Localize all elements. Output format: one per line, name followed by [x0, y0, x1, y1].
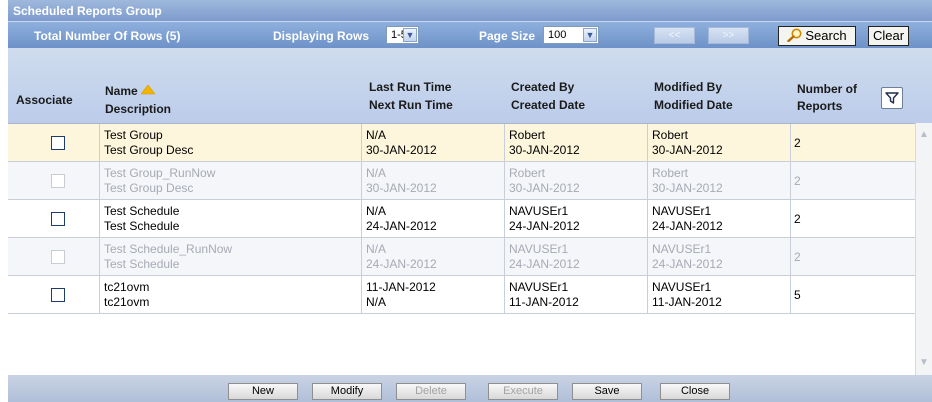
row-modified-by: NAVUSEr1	[652, 280, 712, 294]
row-created-date: 30-JAN-2012	[509, 181, 580, 195]
row-created-date: 11-JAN-2012	[509, 295, 579, 309]
new-button[interactable]: New	[228, 383, 298, 400]
row-modified-date: 24-JAN-2012	[652, 257, 723, 271]
column-header-created-by: Created By	[511, 80, 575, 94]
row-modified-by: NAVUSEr1	[652, 242, 712, 256]
associate-checkbox	[51, 174, 65, 188]
row-description: Test Schedule	[104, 219, 180, 233]
table-row[interactable]: Test Schedule Test Schedule N/A 24-JAN-201…	[8, 200, 915, 238]
row-name: Test Schedule_RunNow	[104, 242, 233, 256]
row-report-count: 2	[794, 250, 801, 264]
row-next-run: 30-JAN-2012	[366, 181, 437, 195]
column-header-number-of-reports-2: Reports	[797, 99, 843, 113]
search-button-label: Search	[805, 28, 847, 43]
column-header-next-run: Next Run Time	[369, 98, 453, 112]
page-size-select[interactable]: 100 ▼	[543, 26, 599, 44]
row-report-count: 2	[794, 136, 801, 150]
search-button[interactable]: Search	[778, 26, 856, 46]
window-title: Scheduled Reports Group	[8, 0, 932, 21]
chevron-down-icon: ▼	[583, 28, 597, 42]
sort-ascending-icon	[140, 84, 156, 98]
table-row[interactable]: Test Group Test Group Desc N/A 30-JAN-2012…	[8, 124, 915, 162]
row-report-count: 5	[794, 288, 801, 302]
associate-checkbox[interactable]	[51, 288, 65, 302]
row-next-run: N/A	[366, 295, 387, 309]
results-table: Test Group Test Group Desc N/A 30-JAN-2012…	[8, 123, 915, 375]
close-button[interactable]: Close	[660, 383, 730, 400]
row-modified-date: 30-JAN-2012	[652, 181, 723, 195]
next-page-button[interactable]: >>	[708, 27, 749, 44]
row-next-run: 24-JAN-2012	[366, 257, 437, 271]
column-header-modified-by: Modified By	[654, 80, 722, 94]
row-created-by: NAVUSEr1	[509, 242, 569, 256]
row-modified-by: NAVUSEr1	[652, 204, 712, 218]
row-next-run: 24-JAN-2012	[366, 219, 437, 233]
row-created-by: NAVUSEr1	[509, 204, 569, 218]
row-modified-by: Robert	[652, 128, 689, 142]
scheduled-reports-group-window: Scheduled Reports Group Total Number Of …	[8, 0, 932, 402]
vertical-scrollbar[interactable]: ▲ ▼	[915, 123, 932, 375]
row-created-date: 24-JAN-2012	[509, 257, 580, 271]
row-report-count: 2	[794, 174, 801, 188]
grid-header: Associate Name Description Last Run Time…	[8, 48, 932, 123]
row-description: Test Schedule	[104, 257, 180, 271]
table-row: Test Group_RunNow Test Group Desc N/A 30-J…	[8, 162, 915, 200]
displaying-rows-label: Displaying Rows	[273, 29, 370, 43]
previous-page-button[interactable]: <<	[654, 27, 695, 44]
table-row: Test Schedule_RunNow Test Schedule N/A 24-…	[8, 238, 915, 276]
row-modified-date: 24-JAN-2012	[652, 219, 723, 233]
delete-button: Delete	[396, 383, 466, 400]
column-header-associate: Associate	[16, 93, 73, 107]
row-created-date: 30-JAN-2012	[509, 143, 580, 157]
total-rows-label: Total Number Of Rows (5)	[34, 29, 181, 43]
column-header-modified-date: Modified Date	[654, 98, 733, 112]
row-last-run: N/A	[366, 204, 387, 218]
scroll-up-icon[interactable]: ▲	[918, 129, 930, 141]
column-header-last-run: Last Run Time	[369, 80, 452, 94]
row-next-run: 30-JAN-2012	[366, 143, 437, 157]
chevron-down-icon: ▼	[403, 28, 417, 42]
search-icon	[787, 28, 803, 43]
execute-button: Execute	[488, 383, 558, 400]
row-last-run: 11-JAN-2012	[366, 280, 436, 294]
pagination-toolbar: Total Number Of Rows (5) Displaying Rows…	[8, 21, 932, 48]
column-header-description: Description	[105, 102, 172, 116]
page-size-value: 100	[548, 29, 567, 41]
modify-button[interactable]: Modify	[312, 383, 382, 400]
column-header-name[interactable]: Name	[105, 83, 156, 100]
row-modified-by: Robert	[652, 166, 689, 180]
table-row[interactable]: tc21ovm tc21ovm 11-JAN-2012 N/A NAVUSEr1 11…	[8, 276, 915, 314]
row-report-count: 2	[794, 212, 801, 226]
row-modified-date: 30-JAN-2012	[652, 143, 723, 157]
action-bar: New Modify Delete Execute Save Close	[8, 375, 932, 402]
row-created-by: Robert	[509, 128, 546, 142]
row-description: Test Group Desc	[104, 143, 194, 157]
row-last-run: N/A	[366, 128, 387, 142]
associate-checkbox[interactable]	[51, 212, 65, 226]
row-last-run: N/A	[366, 242, 387, 256]
displaying-rows-select[interactable]: 1-5 ▼	[386, 26, 419, 44]
row-created-date: 24-JAN-2012	[509, 219, 580, 233]
row-description: Test Group Desc	[104, 181, 194, 195]
save-button[interactable]: Save	[572, 383, 642, 400]
row-created-by: Robert	[509, 166, 546, 180]
associate-checkbox[interactable]	[51, 136, 65, 150]
row-modified-date: 11-JAN-2012	[652, 295, 722, 309]
row-name: tc21ovm	[104, 280, 150, 294]
row-name: Test Group	[104, 128, 163, 142]
associate-checkbox	[51, 250, 65, 264]
filter-button[interactable]	[881, 87, 903, 109]
row-created-by: NAVUSEr1	[509, 280, 569, 294]
column-header-number-of-reports-1: Number of	[797, 82, 857, 96]
page-size-label: Page Size	[479, 29, 536, 43]
row-name: Test Schedule	[104, 204, 180, 218]
row-description: tc21ovm	[104, 295, 150, 309]
clear-button[interactable]: Clear	[868, 26, 909, 46]
column-header-created-date: Created Date	[511, 98, 586, 112]
scroll-down-icon[interactable]: ▼	[918, 357, 930, 369]
row-name: Test Group_RunNow	[104, 166, 216, 180]
row-last-run: N/A	[366, 166, 387, 180]
filter-icon	[882, 92, 902, 111]
